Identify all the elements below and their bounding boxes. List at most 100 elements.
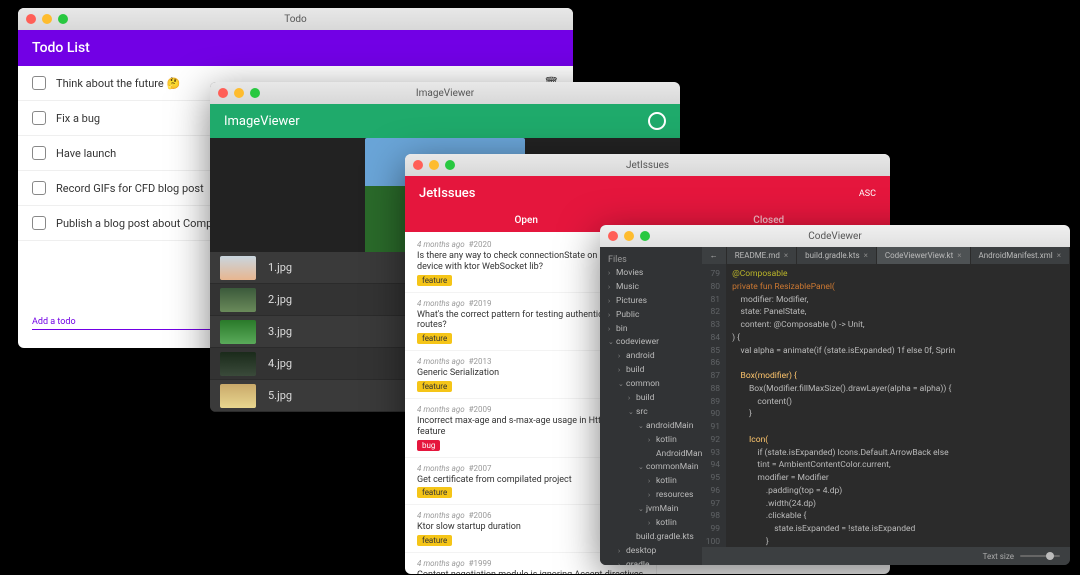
code-lines: @Composableprivate fun ResizablePanel( m… <box>726 264 961 547</box>
tree-item[interactable]: ›Public <box>600 309 702 323</box>
tree-item[interactable]: ⌄src <box>600 406 702 420</box>
checkbox-icon[interactable] <box>32 76 46 90</box>
filename: 3.jpg <box>268 325 292 338</box>
chevron-icon: › <box>608 283 616 293</box>
maximize-icon[interactable] <box>250 88 260 98</box>
maximize-icon[interactable] <box>640 231 650 241</box>
close-icon[interactable] <box>608 231 618 241</box>
tree-item[interactable]: ›bin <box>600 323 702 337</box>
tree-label: androidMain <box>646 421 693 431</box>
minimize-icon[interactable] <box>234 88 244 98</box>
tree-label: AndroidManifest.xml <box>656 449 702 459</box>
sort-button[interactable]: ASC <box>859 189 876 199</box>
close-icon[interactable] <box>413 160 423 170</box>
chevron-icon: › <box>608 297 616 307</box>
tree-item[interactable]: ›Movies <box>600 267 702 281</box>
codeviewer-titlebar[interactable]: CodeViewer <box>600 225 1070 247</box>
tree-item[interactable]: ›kotlin <box>600 434 702 448</box>
tree-label: kotlin <box>656 476 677 486</box>
imageviewer-titlebar[interactable]: ImageViewer <box>210 82 680 104</box>
maximize-icon[interactable] <box>58 14 68 24</box>
tree-item[interactable]: ›build <box>600 392 702 406</box>
add-todo-placeholder: Add a todo <box>32 317 76 327</box>
checkbox-icon[interactable] <box>32 181 46 195</box>
tree-item[interactable]: ⌄codeviewer <box>600 336 702 350</box>
close-tab-icon[interactable]: × <box>784 251 788 260</box>
close-icon[interactable] <box>26 14 36 24</box>
tree-label: bin <box>616 324 628 334</box>
text-size-slider[interactable] <box>1020 555 1060 557</box>
tree-item[interactable]: ›android <box>600 350 702 364</box>
feature-badge: feature <box>417 333 452 344</box>
tree-item[interactable]: ›Pictures <box>600 295 702 309</box>
close-tab-icon[interactable]: × <box>864 251 868 260</box>
tree-label: common <box>626 379 660 389</box>
tree-label: src <box>636 407 648 417</box>
editor-tab[interactable]: CodeViewerView.kt× <box>877 247 971 264</box>
codeviewer-window: CodeViewer Files ›Movies›Music›Pictures›… <box>600 225 1070 565</box>
tree-label: Movies <box>616 268 643 278</box>
editor-tab[interactable]: AndroidManifest.xml× <box>971 247 1071 264</box>
line-gutter: 7980818283848586878889909192939495969798… <box>702 264 726 547</box>
tree-label: build.gradle.kts <box>636 532 694 542</box>
tree-item[interactable]: ⌄commonMain <box>600 461 702 475</box>
checkbox-icon[interactable] <box>32 216 46 230</box>
header-title: ImageViewer <box>224 114 300 129</box>
chevron-icon: › <box>608 311 616 321</box>
jetissues-titlebar[interactable]: JetIssues <box>405 154 890 176</box>
minimize-icon[interactable] <box>624 231 634 241</box>
nav-back-button[interactable]: ← <box>702 247 727 264</box>
tab-label: build.gradle.kts <box>805 251 859 260</box>
feature-badge: feature <box>417 381 452 392</box>
close-tab-icon[interactable]: × <box>957 251 961 260</box>
close-tab-icon[interactable]: × <box>1057 251 1061 260</box>
editor-tab[interactable]: README.md× <box>727 247 797 264</box>
tree-item[interactable]: ›resources <box>600 489 702 503</box>
todo-titlebar[interactable]: Todo <box>18 8 573 30</box>
code-editor[interactable]: 7980818283848586878889909192939495969798… <box>702 264 1070 547</box>
checkbox-icon[interactable] <box>32 146 46 160</box>
close-icon[interactable] <box>218 88 228 98</box>
tree-label: android <box>626 351 655 361</box>
maximize-icon[interactable] <box>445 160 455 170</box>
tree-item[interactable]: AndroidManifest.xml <box>600 448 702 462</box>
minimize-icon[interactable] <box>429 160 439 170</box>
window-controls <box>218 88 260 98</box>
tree-item[interactable]: ⌄androidMain <box>600 420 702 434</box>
tree-label: jvmMain <box>646 504 678 514</box>
todo-header: Todo List <box>18 30 573 66</box>
checkbox-icon[interactable] <box>32 111 46 125</box>
tree-item[interactable]: ›build <box>600 364 702 378</box>
status-bar: Text size <box>702 547 1070 565</box>
chevron-icon: › <box>608 269 616 279</box>
app-name: JetIssues <box>419 186 475 201</box>
feature-badge: feature <box>417 275 452 286</box>
todo-text: Fix a bug <box>56 112 100 125</box>
chevron-icon: › <box>628 394 636 404</box>
todo-text: Have launch <box>56 147 116 160</box>
tree-label: kotlin <box>656 518 677 528</box>
tree-item[interactable]: ⌄jvmMain <box>600 503 702 517</box>
chevron-icon: › <box>618 352 626 362</box>
tree-item[interactable]: ›kotlin <box>600 475 702 489</box>
chevron-icon: › <box>648 491 656 501</box>
feature-badge: feature <box>417 487 452 498</box>
tree-label: desktop <box>626 546 656 556</box>
thumbnail-icon <box>220 384 256 408</box>
tree-item[interactable]: build.gradle.kts <box>600 531 702 545</box>
tree-item[interactable]: ⌄common <box>600 378 702 392</box>
chevron-icon: › <box>648 519 656 529</box>
tree-item[interactable]: ›Music <box>600 281 702 295</box>
chevron-icon: ⌄ <box>628 408 636 418</box>
tree-item[interactable]: ›gradle <box>600 559 702 565</box>
tree-item[interactable]: ›kotlin <box>600 517 702 531</box>
chevron-icon: ⌄ <box>638 422 646 432</box>
tree-label: resources <box>656 490 693 500</box>
feature-badge: feature <box>417 535 452 546</box>
editor-tab[interactable]: build.gradle.kts × <box>797 247 877 264</box>
minimize-icon[interactable] <box>42 14 52 24</box>
chevron-icon: › <box>648 436 656 446</box>
tree-item[interactable]: ›desktop <box>600 545 702 559</box>
tree-label: commonMain <box>646 462 699 472</box>
refresh-icon[interactable] <box>648 112 666 130</box>
